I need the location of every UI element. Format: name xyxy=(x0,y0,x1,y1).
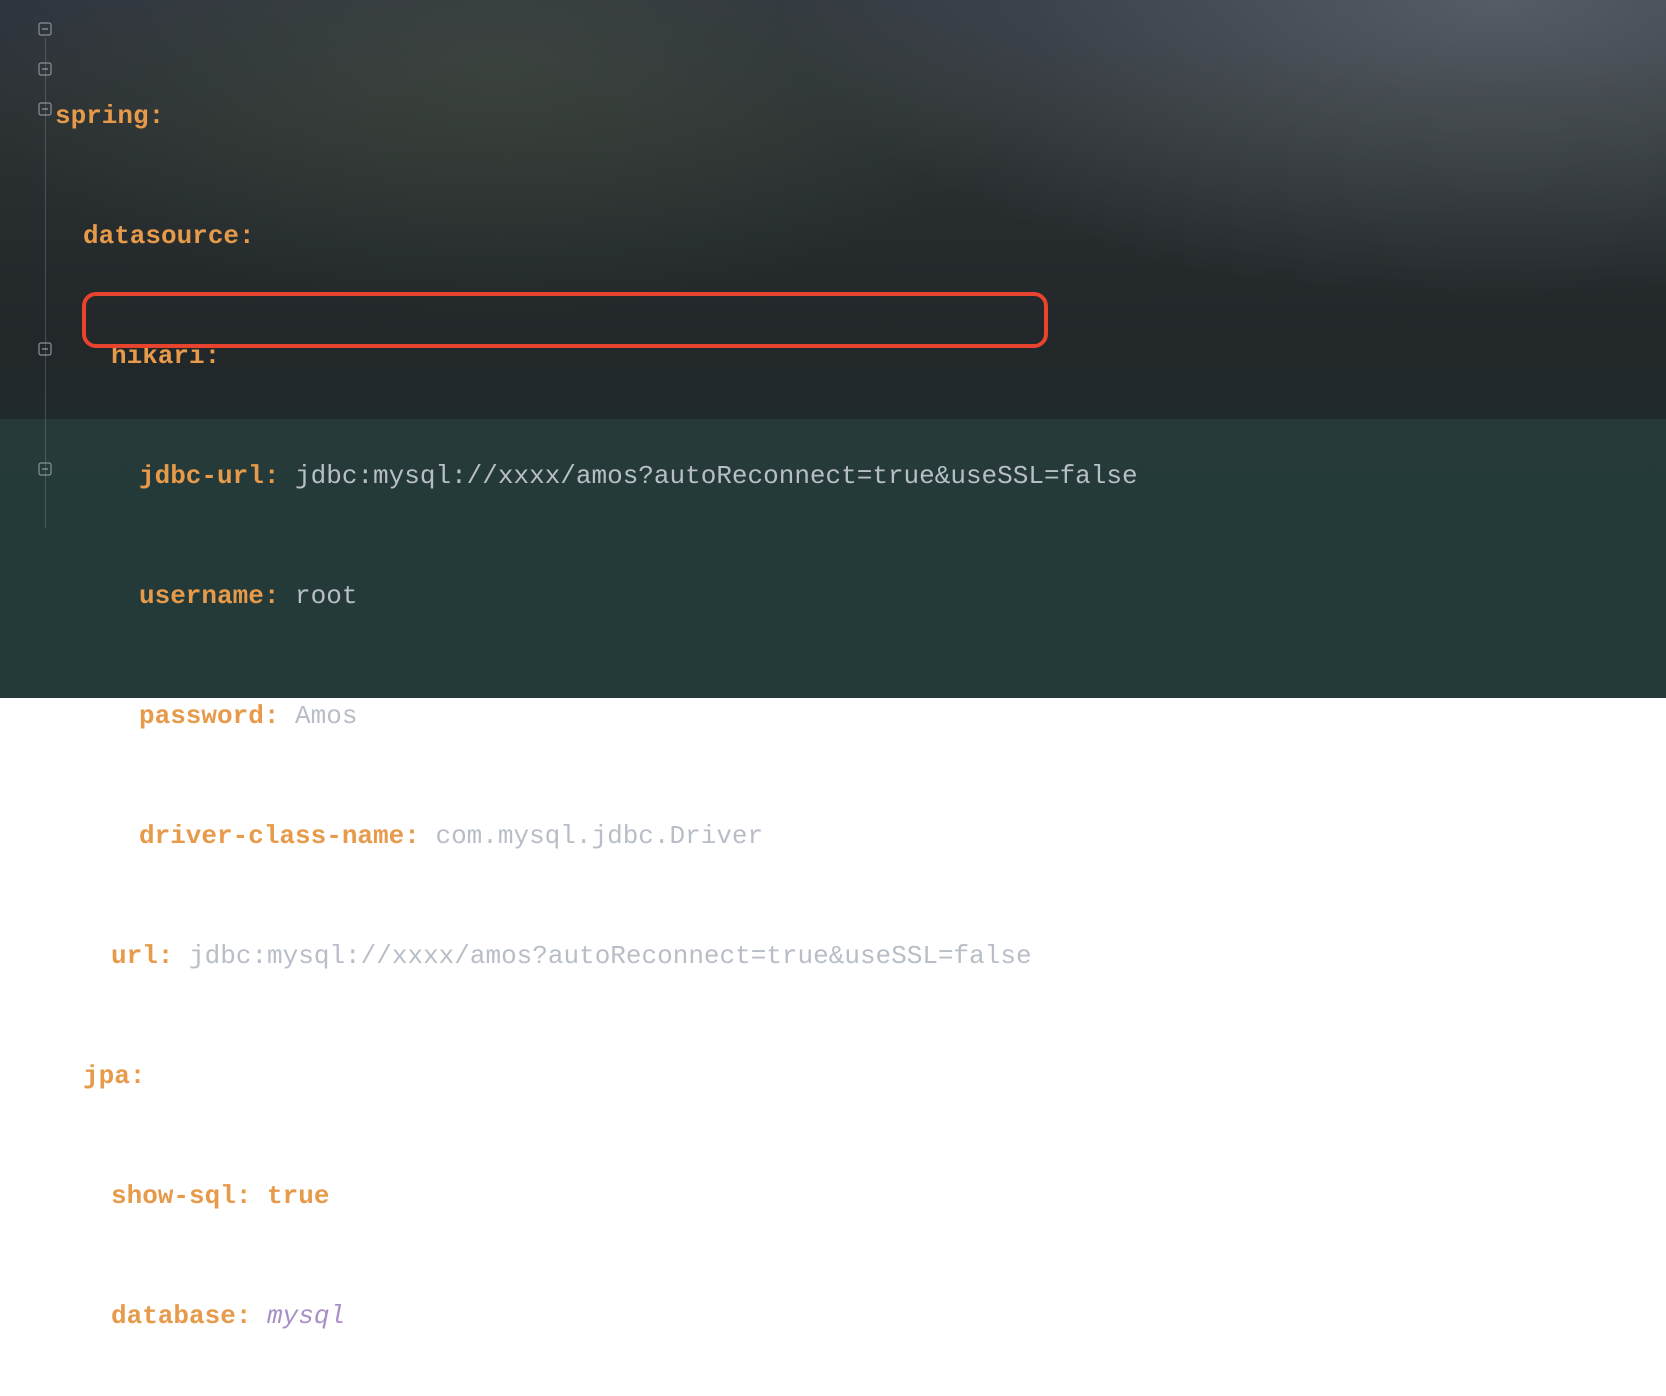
yaml-val-driver: com.mysql.jdbc.Driver xyxy=(435,821,763,851)
yaml-val-database: mysql xyxy=(267,1301,345,1331)
fold-icon[interactable] xyxy=(38,462,54,478)
yaml-key-driver: driver-class-name: xyxy=(139,821,420,851)
yaml-val-show-sql: true xyxy=(267,1181,329,1211)
code-line[interactable]: password: Amos xyxy=(55,696,1666,736)
yaml-val-jdbc-url: jdbc:mysql://xxxx/amos?autoReconnect=tru… xyxy=(295,461,1138,491)
yaml-key-username: username: xyxy=(139,581,279,611)
yaml-key-hikari: hikari: xyxy=(111,341,220,371)
indent-guide xyxy=(45,38,46,528)
code-line[interactable]: jdbc-url: jdbc:mysql://xxxx/amos?autoRec… xyxy=(55,456,1666,496)
code-line[interactable]: jpa: xyxy=(55,1056,1666,1096)
code-line[interactable]: database: mysql xyxy=(55,1296,1666,1336)
yaml-key-database: database: xyxy=(111,1301,251,1331)
code-area[interactable]: spring: datasource: hikari: jdbc-url: jd… xyxy=(55,16,1666,1396)
yaml-val-url: jdbc:mysql://xxxx/amos?autoReconnect=tru… xyxy=(189,941,1032,971)
code-line[interactable]: spring: xyxy=(55,96,1666,136)
code-line[interactable]: datasource: xyxy=(55,216,1666,256)
yaml-val-password: Amos xyxy=(295,701,357,731)
fold-gutter xyxy=(0,0,55,698)
code-line[interactable]: hikari: xyxy=(55,336,1666,376)
yaml-key-datasource: datasource: xyxy=(83,221,255,251)
yaml-key-spring: spring: xyxy=(55,101,164,131)
fold-icon[interactable] xyxy=(38,342,54,358)
yaml-key-password: password: xyxy=(139,701,279,731)
code-line-highlighted[interactable]: url: jdbc:mysql://xxxx/amos?autoReconnec… xyxy=(55,936,1666,976)
fold-icon[interactable] xyxy=(38,22,54,38)
code-line[interactable]: driver-class-name: com.mysql.jdbc.Driver xyxy=(55,816,1666,856)
fold-icon[interactable] xyxy=(38,102,54,118)
code-line[interactable]: show-sql: true xyxy=(55,1176,1666,1216)
code-editor[interactable]: spring: datasource: hikari: jdbc-url: jd… xyxy=(0,0,1666,698)
fold-icon[interactable] xyxy=(38,62,54,78)
code-line[interactable]: username: root xyxy=(55,576,1666,616)
yaml-key-jpa: jpa: xyxy=(83,1061,145,1091)
yaml-key-jdbc-url: jdbc-url: xyxy=(139,461,279,491)
yaml-key-show-sql: show-sql: xyxy=(111,1181,251,1211)
yaml-key-url: url: xyxy=(111,941,173,971)
yaml-val-username: root xyxy=(295,581,357,611)
